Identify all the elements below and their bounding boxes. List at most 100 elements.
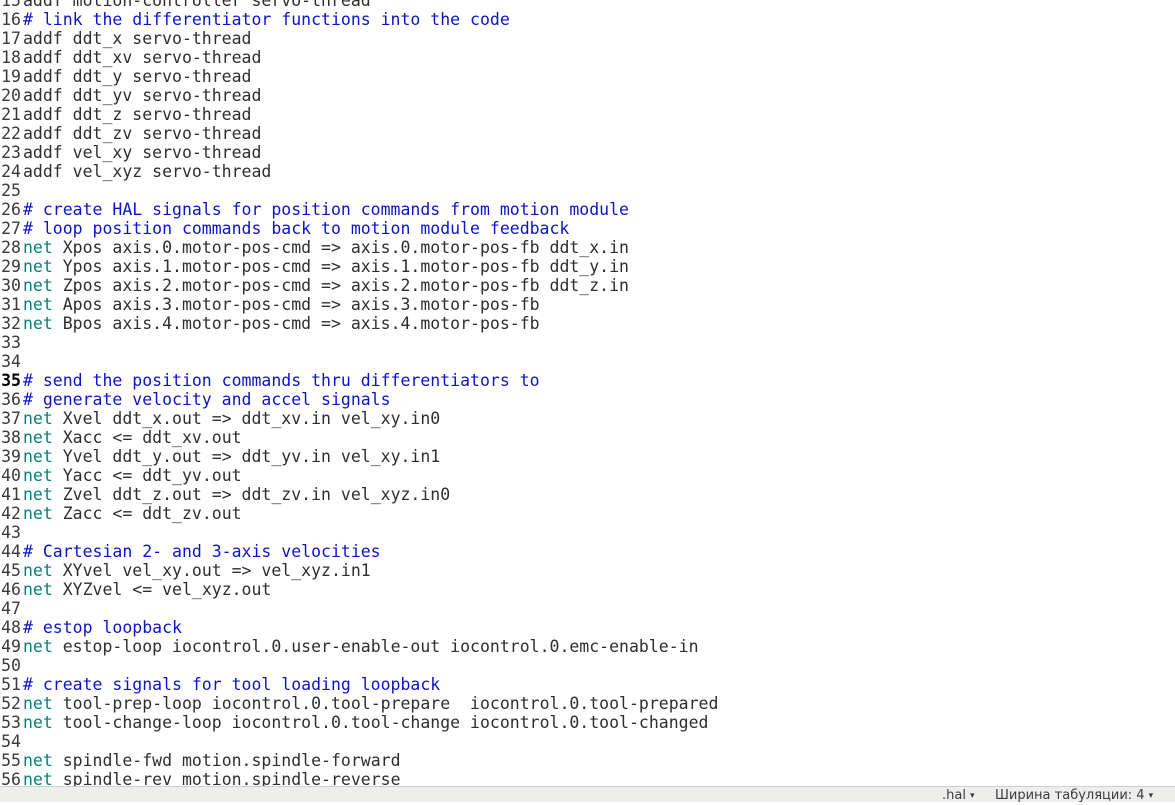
code-text: addf vel_xyz servo-thread <box>23 162 272 181</box>
code-line[interactable]: 46 net XYZvel <= vel_xyz.out <box>0 580 718 599</box>
code-text: addf ddt_xv servo-thread <box>23 48 262 67</box>
line-number: 34 <box>1 352 21 371</box>
line-number: 56 <box>1 770 21 786</box>
code-line[interactable]: 51 # create signals for tool loading loop… <box>0 675 718 694</box>
line-number: 30 <box>1 276 21 295</box>
code-line[interactable]: 20 addf ddt_yv servo-thread <box>0 86 718 105</box>
code-keyword: net <box>23 770 53 786</box>
code-text: Apos axis.3.motor-pos-cmd => axis.3.moto… <box>52 295 540 314</box>
code-text: XYvel vel_xy.out => vel_xyz.in1 <box>52 561 371 580</box>
code-line[interactable]: 38 net Xacc <= ddt_xv.out <box>0 428 718 447</box>
line-number: 17 <box>1 29 21 48</box>
code-line[interactable]: 27 # loop position commands back to motio… <box>0 219 718 238</box>
code-line[interactable]: 47 <box>0 599 718 618</box>
code-text: XYZvel <= vel_xyz.out <box>52 580 272 599</box>
line-number: 16 <box>1 10 21 29</box>
line-number: 28 <box>1 238 21 257</box>
code-text: Bpos axis.4.motor-pos-cmd => axis.4.moto… <box>52 314 540 333</box>
code-line[interactable]: 26 # create HAL signals for position comm… <box>0 200 718 219</box>
line-number: 27 <box>1 219 21 238</box>
code-line[interactable]: 28 net Xpos axis.0.motor-pos-cmd => axis.… <box>0 238 718 257</box>
line-number: 15 <box>1 0 21 10</box>
code-line[interactable]: 50 <box>0 656 718 675</box>
code-comment: # create HAL signals for position comman… <box>23 200 629 219</box>
code-line[interactable]: 48 # estop loopback <box>0 618 718 637</box>
code-keyword: net <box>23 257 53 276</box>
line-number: 44 <box>1 542 21 561</box>
code-line[interactable]: 17 addf ddt_x servo-thread <box>0 29 718 48</box>
code-line[interactable]: 36 # generate velocity and accel signals <box>0 390 718 409</box>
code-text: Zacc <= ddt_zv.out <box>52 504 242 523</box>
code-keyword: net <box>23 409 53 428</box>
code-text: addf ddt_x servo-thread <box>23 29 252 48</box>
code-line[interactable]: 19 addf ddt_y servo-thread <box>0 67 718 86</box>
chevron-down-icon: ▾ <box>1148 791 1154 801</box>
line-number: 46 <box>1 580 21 599</box>
tab-width-label: Ширина табуляции: 4 <box>995 788 1145 803</box>
code-line[interactable]: 34 <box>0 352 718 371</box>
code-keyword: net <box>23 580 53 599</box>
line-number: 36 <box>1 390 21 409</box>
code-comment: # generate velocity and accel signals <box>23 390 391 409</box>
line-number: 23 <box>1 143 21 162</box>
code-line[interactable]: 52 net tool-prep-loop iocontrol.0.tool-pr… <box>0 694 718 713</box>
line-number: 20 <box>1 86 21 105</box>
line-number: 51 <box>1 675 21 694</box>
code-line[interactable]: 32 net Bpos axis.4.motor-pos-cmd => axis.… <box>0 314 718 333</box>
tab-width-selector[interactable]: Ширина табуляции: 4 ▾ <box>995 788 1153 803</box>
code-text: Xacc <= ddt_xv.out <box>52 428 242 447</box>
code-comment: # link the differentiator functions into… <box>23 10 510 29</box>
code-line[interactable]: 53 net tool-change-loop iocontrol.0.tool-… <box>0 713 718 732</box>
line-number: 18 <box>1 48 21 67</box>
code-line[interactable]: 16 # link the differentiator functions in… <box>0 10 718 29</box>
line-number: 54 <box>1 732 21 751</box>
code-keyword: net <box>23 447 53 466</box>
code-line[interactable]: 40 net Yacc <= ddt_yv.out <box>0 466 718 485</box>
code-line[interactable]: 45 net XYvel vel_xy.out => vel_xyz.in1 <box>0 561 718 580</box>
code-text: spindle-rev motion.spindle-reverse <box>52 770 401 786</box>
code-line[interactable]: 49 net estop-loop iocontrol.0.user-enable… <box>0 637 718 656</box>
code-text: addf motion-controller servo-thread <box>23 0 371 10</box>
line-number: 53 <box>1 713 21 732</box>
code-line[interactable]: 25 <box>0 181 718 200</box>
code-line[interactable]: 54 <box>0 732 718 751</box>
code-line[interactable]: 22 addf ddt_zv servo-thread <box>0 124 718 143</box>
code-line[interactable]: 37 net Xvel ddt_x.out => ddt_xv.in vel_xy… <box>0 409 718 428</box>
code-editor[interactable]: 15 addf motion-controller servo-thread 16 #… <box>0 0 1175 786</box>
line-number: 22 <box>1 124 21 143</box>
code-text: tool-prep-loop iocontrol.0.tool-prepare … <box>52 694 719 713</box>
code-comment: # estop loopback <box>23 618 182 637</box>
code-line[interactable]: 41 net Zvel ddt_z.out => ddt_zv.in vel_xy… <box>0 485 718 504</box>
language-selector[interactable]: .hal ▾ <box>942 788 974 803</box>
code-keyword: net <box>23 466 53 485</box>
code-line[interactable]: 29 net Ypos axis.1.motor-pos-cmd => axis.… <box>0 257 718 276</box>
line-number: 40 <box>1 466 21 485</box>
code-line[interactable]: 15 addf motion-controller servo-thread <box>0 0 718 10</box>
code-line[interactable]: 30 net Zpos axis.2.motor-pos-cmd => axis.… <box>0 276 718 295</box>
line-number: 19 <box>1 67 21 86</box>
code-text: Zvel ddt_z.out => ddt_zv.in vel_xyz.in0 <box>52 485 451 504</box>
code-line[interactable]: 24 addf vel_xyz servo-thread <box>0 162 718 181</box>
code-keyword: net <box>23 751 53 770</box>
line-number: 37 <box>1 409 21 428</box>
code-text: Zpos axis.2.motor-pos-cmd => axis.2.moto… <box>52 276 629 295</box>
code-text: Xpos axis.0.motor-pos-cmd => axis.0.moto… <box>52 238 629 257</box>
code-keyword: net <box>23 276 53 295</box>
code-line[interactable]: 23 addf vel_xy servo-thread <box>0 143 718 162</box>
code-line[interactable]: 31 net Apos axis.3.motor-pos-cmd => axis.… <box>0 295 718 314</box>
code-comment: # send the position commands thru differ… <box>23 371 540 390</box>
chevron-down-icon: ▾ <box>969 791 975 801</box>
code-text: estop-loop iocontrol.0.user-enable-out i… <box>52 637 699 656</box>
code-line[interactable]: 43 <box>0 523 718 542</box>
code-line[interactable]: 21 addf ddt_z servo-thread <box>0 105 718 124</box>
code-line[interactable]: 33 <box>0 333 718 352</box>
code-line[interactable]: 18 addf ddt_xv servo-thread <box>0 48 718 67</box>
code-line[interactable]: 56 net spindle-rev motion.spindle-reverse <box>0 770 718 786</box>
code-keyword: net <box>23 238 53 257</box>
code-line[interactable]: 42 net Zacc <= ddt_zv.out <box>0 504 718 523</box>
code-line[interactable]: 39 net Yvel ddt_y.out => ddt_yv.in vel_xy… <box>0 447 718 466</box>
code-line[interactable]: 35 # send the position commands thru diff… <box>0 371 718 390</box>
code-keyword: net <box>23 314 53 333</box>
code-line[interactable]: 44 # Cartesian 2- and 3-axis velocities <box>0 542 718 561</box>
code-line[interactable]: 55 net spindle-fwd motion.spindle-forward <box>0 751 718 770</box>
